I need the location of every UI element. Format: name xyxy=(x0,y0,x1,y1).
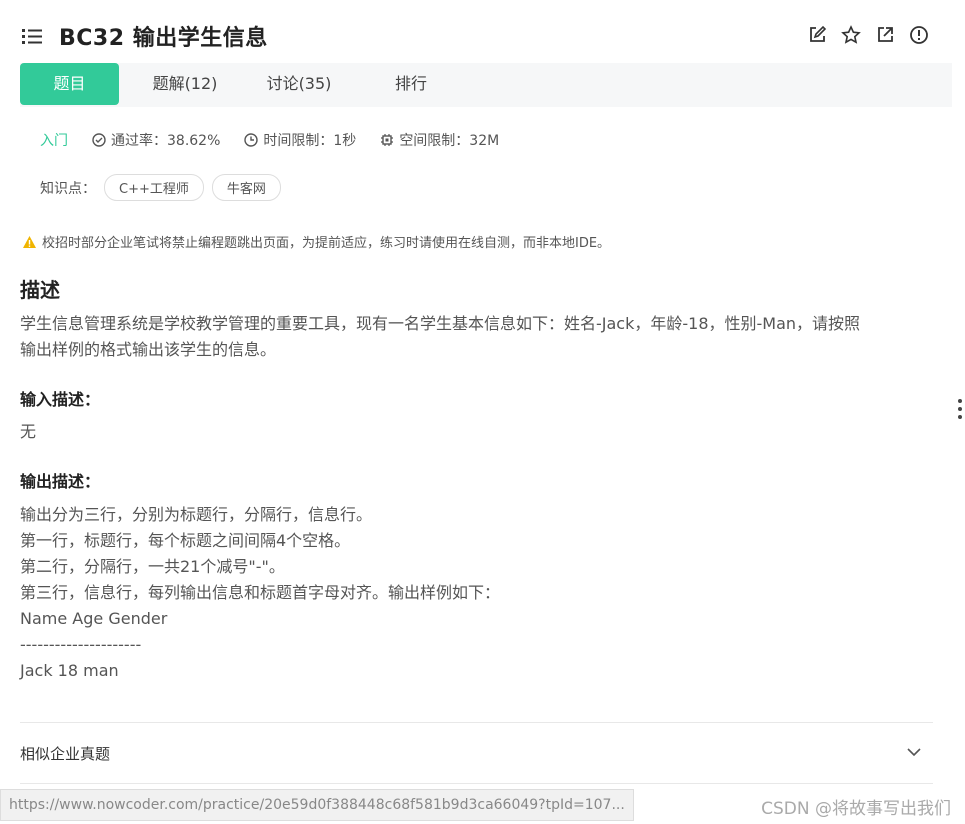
output-heading: 输出描述： xyxy=(20,472,101,491)
status-url: https://www.nowcoder.com/practice/20e59d… xyxy=(0,789,634,821)
clock-icon xyxy=(244,133,259,147)
output-line: 第三行，信息行，每列输出信息和标题首字母对齐。输出样例如下： xyxy=(20,583,501,602)
sample-row: Jack 18 man xyxy=(20,661,119,680)
pass-rate: 通过率：38.62% xyxy=(92,130,220,150)
info-icon[interactable] xyxy=(909,25,929,45)
divider xyxy=(20,783,933,784)
output-line: 输出分为三行，分别为标题行，分隔行，信息行。 xyxy=(20,505,373,524)
knowledge-label: 知识点： xyxy=(40,180,96,197)
sample-separator: --------------------- xyxy=(20,635,142,654)
output-line: 第二行，分隔行，一共21个减号"-"。 xyxy=(20,557,285,576)
more-vertical-icon[interactable] xyxy=(957,398,963,420)
tab-discussion[interactable]: 讨论(35) xyxy=(244,63,354,105)
input-text: 无 xyxy=(20,422,37,441)
star-icon[interactable] xyxy=(841,25,861,45)
pass-rate-text: 通过率：38.62% xyxy=(111,133,221,149)
output-line: 第一行，标题行，每个标题之间间隔4个空格。 xyxy=(20,531,351,550)
similar-questions-toggle[interactable]: 相似企业真题 xyxy=(20,743,110,764)
tag-nowcoder[interactable]: 牛客网 xyxy=(211,174,281,201)
input-heading: 输入描述： xyxy=(20,390,101,409)
list-icon[interactable] xyxy=(22,27,44,45)
problem-meta: 入门 通过率：38.62% 时间限制：1秒 空间限制：32M xyxy=(40,130,523,150)
page-title: BC32 输出学生信息 xyxy=(59,26,268,51)
difficulty-badge: 入门 xyxy=(40,133,68,149)
tab-ranking[interactable]: 排行 xyxy=(358,63,464,105)
description-line-1: 学生信息管理系统是学校教学管理的重要工具，现有一名学生基本信息如下：姓名-Jac… xyxy=(20,314,861,333)
space-limit-text: 空间限制：32M xyxy=(399,133,500,149)
tab-solutions[interactable]: 题解(12) xyxy=(130,63,240,105)
share-icon[interactable] xyxy=(875,25,895,45)
header: BC32 输出学生信息 xyxy=(0,0,965,62)
edit-icon[interactable] xyxy=(807,25,827,45)
space-limit: 空间限制：32M xyxy=(380,130,499,150)
warning-text: 校招时部分企业笔试将禁止编程题跳出页面，为提前适应，练习时请使用在线自测，而非本… xyxy=(42,236,611,251)
knowledge-points: 知识点： C++工程师 牛客网 xyxy=(40,174,281,201)
tag-cpp-engineer[interactable]: C++工程师 xyxy=(104,174,204,201)
tab-problem[interactable]: 题目 xyxy=(20,63,119,105)
watermark: CSDN @将故事写出我们 xyxy=(761,799,951,819)
time-limit: 时间限制：1秒 xyxy=(244,130,356,150)
tab-bar: 题目 题解(12) 讨论(35) 排行 xyxy=(20,63,952,107)
description-line-2: 输出样例的格式输出该学生的信息。 xyxy=(20,340,277,359)
divider xyxy=(20,722,933,723)
description-heading: 描述 xyxy=(20,278,60,302)
header-actions xyxy=(807,25,929,45)
check-circle-icon xyxy=(92,133,106,147)
sample-header: Name Age Gender xyxy=(20,609,168,628)
time-limit-text: 时间限制：1秒 xyxy=(263,133,357,149)
warning-icon xyxy=(23,235,36,248)
chevron-down-icon[interactable] xyxy=(906,746,922,758)
exam-warning: 校招时部分企业笔试将禁止编程题跳出页面，为提前适应，练习时请使用在线自测，而非本… xyxy=(22,232,610,251)
chip-icon xyxy=(381,134,394,146)
